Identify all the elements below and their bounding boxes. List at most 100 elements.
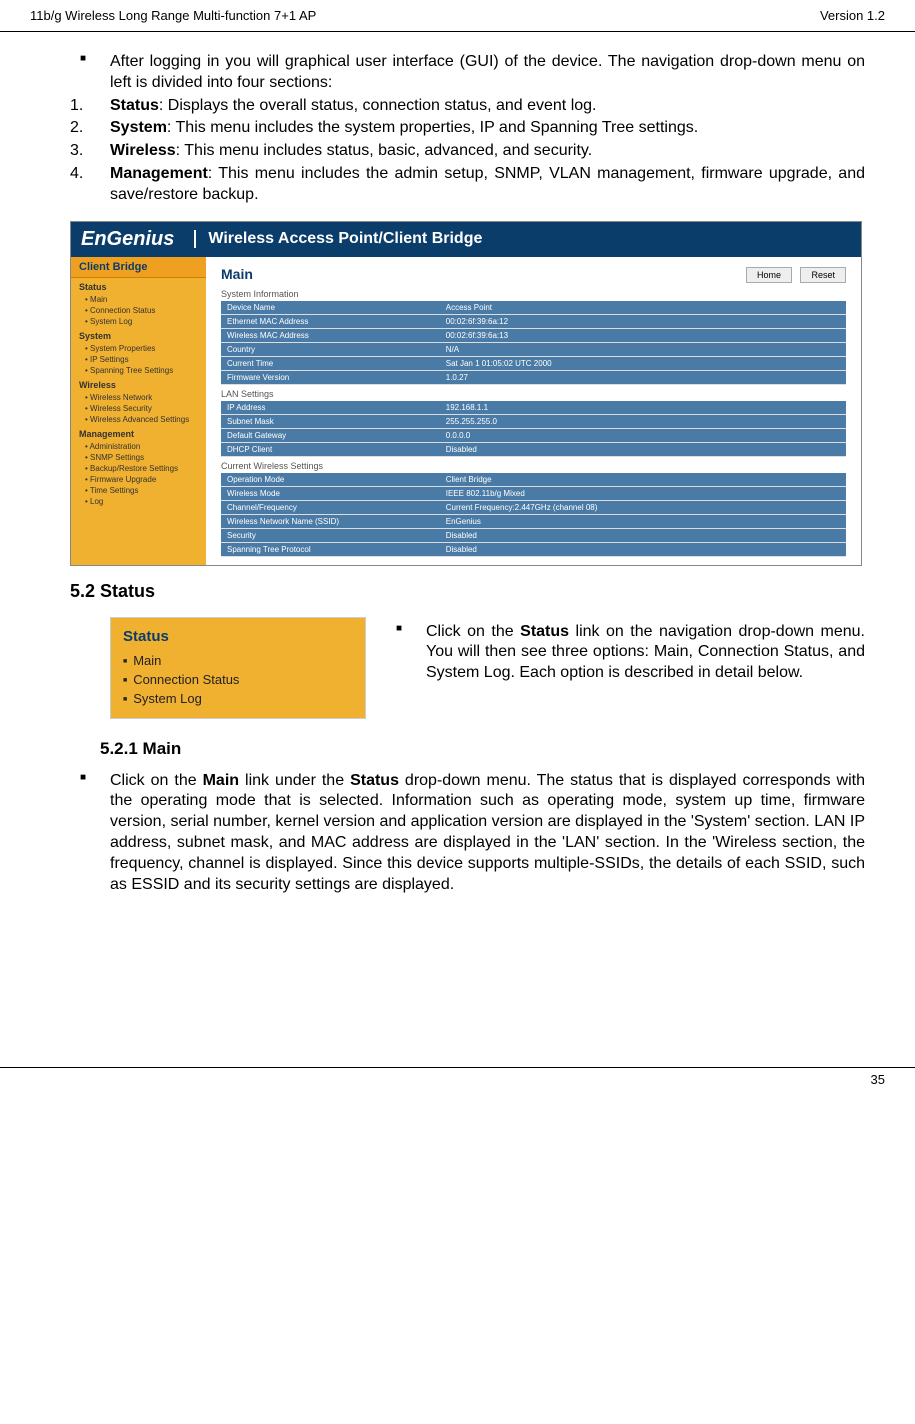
status-item-main[interactable]: Main — [123, 651, 353, 670]
header-left: 11b/g Wireless Long Range Multi-function… — [30, 8, 316, 23]
table-row: Spanning Tree ProtocolDisabled — [221, 542, 846, 556]
page-footer: 35 — [0, 1067, 915, 1091]
intro-bullet: ■ After logging in you will graphical us… — [70, 52, 865, 94]
table-cell: IP Address — [221, 401, 440, 415]
sidebar-item[interactable]: System Properties — [71, 343, 206, 354]
sidebar-item[interactable]: Log — [71, 496, 206, 507]
bullet-marker: ■ — [70, 52, 110, 94]
section-521-bullet: ■ Click on the Main link under the Statu… — [70, 771, 865, 896]
table-cell: Current Time — [221, 356, 440, 370]
sidebar-item[interactable]: Main — [71, 294, 206, 305]
num-text: System: This menu includes the system pr… — [110, 118, 865, 139]
info-table: Operation ModeClient BridgeWireless Mode… — [221, 473, 846, 557]
sidebar-item[interactable]: Wireless Security — [71, 403, 206, 414]
screenshot-banner: EnGenius Wireless Access Point/Client Br… — [71, 222, 861, 257]
table-section-label: LAN Settings — [221, 389, 846, 399]
intro-section: ■ After logging in you will graphical us… — [70, 52, 865, 206]
table-section-label: System Information — [221, 289, 846, 299]
num-text: Status: Displays the overall status, con… — [110, 96, 865, 117]
table-cell: Disabled — [440, 442, 846, 456]
sidebar-item[interactable]: IP Settings — [71, 354, 206, 365]
status-description: ■ Click on the Status link on the naviga… — [396, 622, 865, 684]
table-cell: Disabled — [440, 542, 846, 556]
table-cell: 1.0.27 — [440, 370, 846, 384]
page-header: 11b/g Wireless Long Range Multi-function… — [0, 0, 915, 32]
table-cell: 00:02:6f:39:6a:12 — [440, 314, 846, 328]
table-cell: Access Point — [440, 301, 846, 315]
table-cell: Operation Mode — [221, 473, 440, 487]
table-row: Channel/FrequencyCurrent Frequency:2.447… — [221, 500, 846, 514]
section-521-text: Click on the Main link under the Status … — [110, 771, 865, 896]
num-text: Wireless: This menu includes status, bas… — [110, 141, 865, 162]
bullet-marker: ■ — [396, 622, 426, 684]
sidebar-section-header: Management — [71, 425, 206, 441]
table-cell: N/A — [440, 342, 846, 356]
status-row: Status Main Connection Status System Log… — [110, 617, 865, 719]
sidebar-item[interactable]: System Log — [71, 316, 206, 327]
status-item-connection[interactable]: Connection Status — [123, 670, 353, 689]
sidebar-item[interactable]: Administration — [71, 441, 206, 452]
table-cell: Device Name — [221, 301, 440, 315]
num-text: Management: This menu includes the admin… — [110, 164, 865, 206]
sidebar-item[interactable]: Wireless Advanced Settings — [71, 414, 206, 425]
table-cell: 255.255.255.0 — [440, 414, 846, 428]
table-cell: Wireless MAC Address — [221, 328, 440, 342]
table-row: Subnet Mask255.255.255.0 — [221, 414, 846, 428]
table-cell: Wireless Mode — [221, 486, 440, 500]
header-right: Version 1.2 — [820, 8, 885, 23]
list-item-3: 3. Wireless: This menu includes status, … — [70, 141, 865, 162]
table-cell: Firmware Version — [221, 370, 440, 384]
table-cell: Wireless Network Name (SSID) — [221, 514, 440, 528]
table-row: Ethernet MAC Address00:02:6f:39:6a:12 — [221, 314, 846, 328]
table-cell: IEEE 802.11b/g Mixed — [440, 486, 846, 500]
table-row: Default Gateway0.0.0.0 — [221, 428, 846, 442]
sidebar-item[interactable]: SNMP Settings — [71, 452, 206, 463]
sidebar-section-header: System — [71, 327, 206, 343]
sidebar-item[interactable]: Spanning Tree Settings — [71, 365, 206, 376]
table-cell: Sat Jan 1 01:05:02 UTC 2000 — [440, 356, 846, 370]
num-marker: 4. — [70, 164, 110, 206]
sidebar-section-header: Status — [71, 278, 206, 294]
divider — [194, 230, 196, 248]
sidebar-item[interactable]: Time Settings — [71, 485, 206, 496]
table-row: SecurityDisabled — [221, 528, 846, 542]
bullet-marker: ■ — [70, 771, 110, 896]
status-item-systemlog[interactable]: System Log — [123, 689, 353, 708]
main-panel: Main Home Reset System Information Device… — [206, 257, 861, 565]
sidebar-item[interactable]: Backup/Restore Settings — [71, 463, 206, 474]
sidebar-item[interactable]: Connection Status — [71, 305, 206, 316]
reset-button[interactable]: Reset — [800, 267, 846, 283]
table-row: Firmware Version1.0.27 — [221, 370, 846, 384]
sidebar-title: Client Bridge — [71, 257, 206, 278]
list-item-2: 2. System: This menu includes the system… — [70, 118, 865, 139]
screenshot-body: Client Bridge StatusMainConnection Statu… — [71, 257, 861, 565]
main-content: ■ After logging in you will graphical us… — [0, 32, 915, 917]
table-cell: Spanning Tree Protocol — [221, 542, 440, 556]
table-row: DHCP ClientDisabled — [221, 442, 846, 456]
status-box-title: Status — [123, 628, 353, 645]
num-marker: 2. — [70, 118, 110, 139]
home-button[interactable]: Home — [746, 267, 792, 283]
table-cell: DHCP Client — [221, 442, 440, 456]
sidebar-item[interactable]: Wireless Network — [71, 392, 206, 403]
table-row: Wireless Network Name (SSID)EnGenius — [221, 514, 846, 528]
table-row: Wireless ModeIEEE 802.11b/g Mixed — [221, 486, 846, 500]
info-table: Device NameAccess PointEthernet MAC Addr… — [221, 301, 846, 385]
table-row: Device NameAccess Point — [221, 301, 846, 315]
table-cell: Current Frequency:2.447GHz (channel 08) — [440, 500, 846, 514]
panel-header: Main Home Reset — [221, 265, 846, 283]
table-row: Wireless MAC Address00:02:6f:39:6a:13 — [221, 328, 846, 342]
table-cell: Security — [221, 528, 440, 542]
status-text-content: Click on the Status link on the navigati… — [426, 622, 865, 684]
page-number: 35 — [871, 1072, 885, 1087]
num-marker: 1. — [70, 96, 110, 117]
table-cell: Default Gateway — [221, 428, 440, 442]
gui-screenshot: EnGenius Wireless Access Point/Client Br… — [70, 221, 862, 566]
table-cell: 00:02:6f:39:6a:13 — [440, 328, 846, 342]
heading-5-2: 5.2 Status — [70, 581, 865, 602]
table-cell: 192.168.1.1 — [440, 401, 846, 415]
sidebar-item[interactable]: Firmware Upgrade — [71, 474, 206, 485]
logo: EnGenius — [81, 228, 174, 251]
table-cell: Channel/Frequency — [221, 500, 440, 514]
table-cell: Ethernet MAC Address — [221, 314, 440, 328]
